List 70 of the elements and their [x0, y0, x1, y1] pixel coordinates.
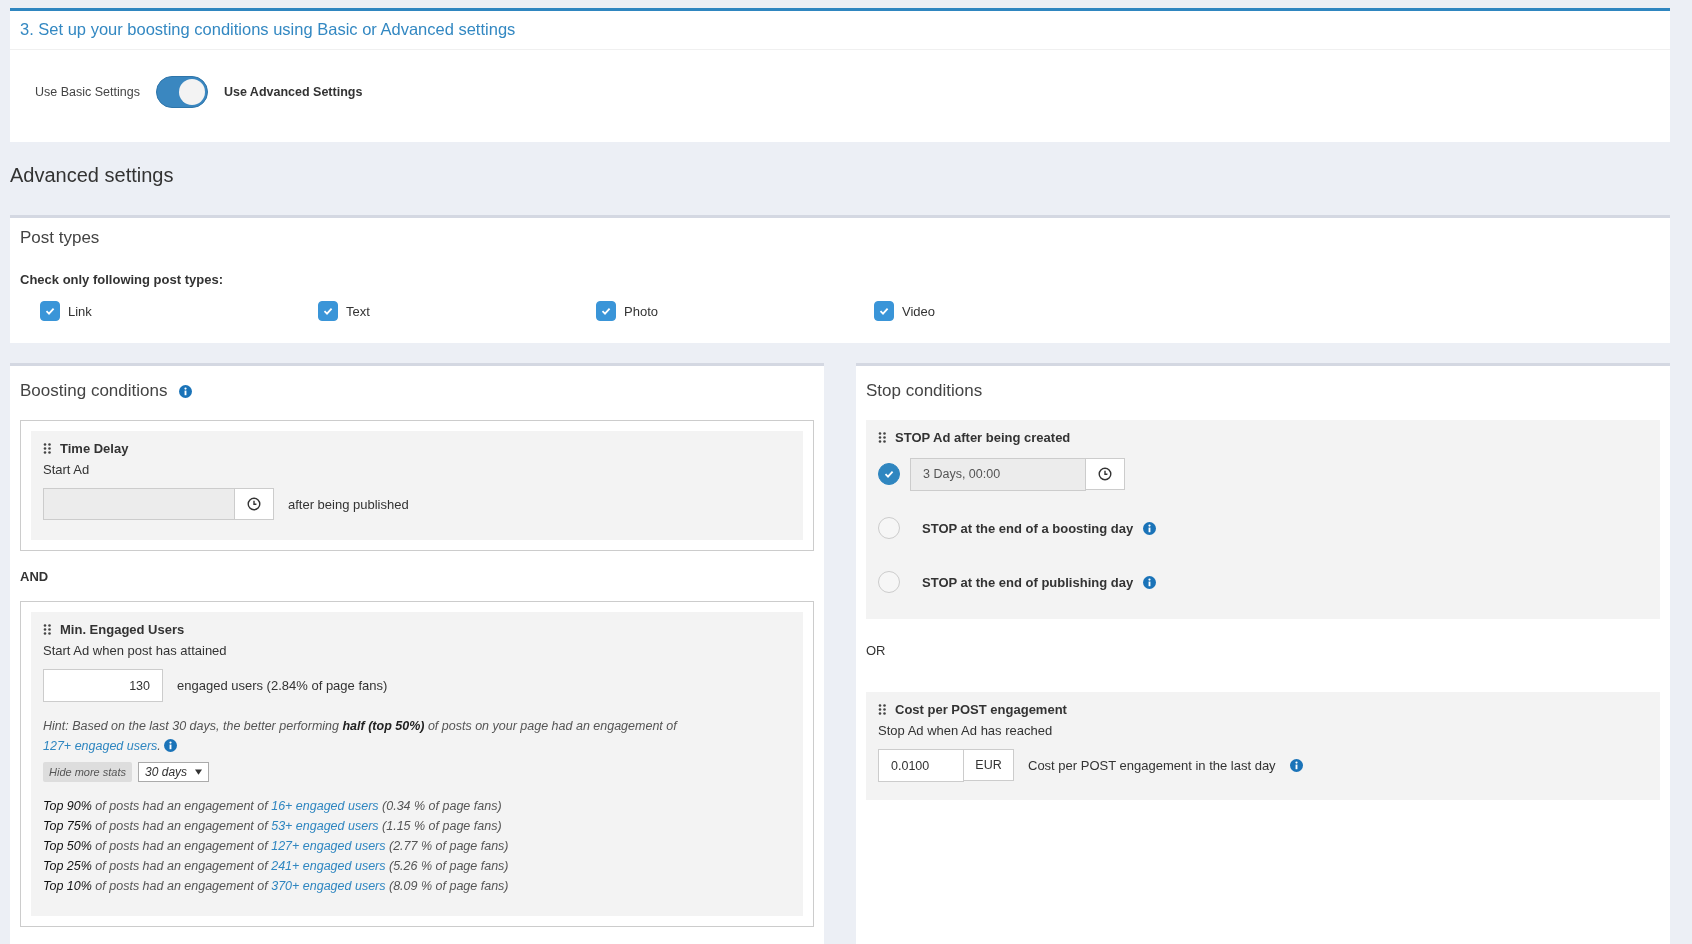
block-subtitle: Start Ad	[43, 462, 91, 477]
page-heading: Advanced settings	[10, 164, 175, 187]
block-subtitle: Start Ad when post has attained	[43, 643, 228, 658]
checkbox[interactable]	[318, 301, 338, 321]
card-title: Boosting conditions	[20, 381, 168, 401]
radio-button[interactable]	[878, 517, 900, 539]
engaged-users-link[interactable]: 16+ engaged users	[271, 799, 379, 813]
and-label: AND	[20, 569, 50, 584]
engaged-users-link[interactable]: 127+ engaged users	[271, 839, 386, 853]
engaged-users-link[interactable]: 241+ engaged users	[271, 859, 386, 873]
engaged-users-input-field[interactable]: 130	[43, 669, 163, 702]
block-title: Min. Engaged Users	[60, 622, 185, 637]
grip-icon[interactable]	[43, 624, 52, 635]
stat-line: Top 90% of posts had an engagement of 16+ engaged users (0.34 % of page fans)	[43, 798, 503, 815]
stat-line: Top 10% of posts had an engagement of 370+ engaged users (8.09 % of page fans)	[43, 878, 510, 895]
checkbox-label: Text	[346, 303, 370, 319]
checkbox-label: Link	[68, 303, 92, 319]
grip-icon[interactable]	[878, 704, 887, 715]
engaged-users-link[interactable]: 53+ engaged users	[271, 819, 379, 833]
engaged-users-link[interactable]: 370+ engaged users	[271, 879, 386, 893]
info-icon[interactable]	[1143, 521, 1157, 535]
check-icon	[44, 305, 56, 317]
stat-line: Top 50% of posts had an engagement of 127+ engaged users (2.77 % of page fans)	[43, 838, 510, 855]
info-icon[interactable]	[1143, 575, 1157, 589]
grip-icon[interactable]	[43, 443, 52, 454]
clock-icon	[247, 497, 261, 511]
cost-input-field[interactable]: 0.0100	[878, 749, 964, 782]
period-dropdown[interactable]: 30 days	[138, 762, 210, 782]
block-title: Cost per POST engagement	[895, 702, 1067, 717]
hint-text: Hint: Based on the last 30 days, the better performing half (top 50%) of posts on your page had an engagement of 127+ engaged users.	[43, 718, 679, 755]
mode-switch[interactable]	[155, 76, 208, 108]
card-title: Stop conditions	[866, 381, 983, 401]
check-icon	[883, 468, 895, 480]
info-icon[interactable]	[1289, 759, 1303, 772]
stat-line: Top 25% of posts had an engagement of 241+ engaged users (5.26 % of page fans)	[43, 858, 510, 875]
checkbox-label: Photo	[624, 303, 658, 319]
block-title: Time Delay	[60, 441, 129, 456]
field-suffix: Cost per POST engagement in the last day	[1028, 758, 1276, 773]
checkbox[interactable]	[874, 301, 894, 321]
section-title: 3. Set up your boosting conditions using Basic or Advanced settings	[10, 11, 1670, 50]
field-suffix: after being published	[288, 496, 409, 512]
block-title: STOP Ad after being created	[895, 430, 1071, 445]
checkbox[interactable]	[596, 301, 616, 321]
hide-stats-button[interactable]: Hide more stats	[43, 762, 133, 782]
radio-button[interactable]	[878, 571, 900, 593]
checkbox[interactable]	[40, 301, 60, 321]
radio-button[interactable]	[878, 463, 900, 485]
clock-icon	[1098, 466, 1112, 481]
radio-label: STOP at the end of publishing day	[922, 574, 1134, 590]
duration-input-field[interactable]: 3 Days, 00:00	[910, 457, 1086, 491]
check-icon	[600, 305, 612, 317]
field-suffix: engaged users (2.84% of page fans)	[177, 678, 388, 693]
toggle-label: Use Advanced Settings	[223, 85, 363, 99]
card-title: Post types	[20, 228, 101, 248]
currency-label: EUR	[964, 749, 1014, 781]
radio-label: STOP at the end of a boosting day	[922, 520, 1134, 536]
clock-button[interactable]	[1086, 457, 1125, 490]
info-icon[interactable]	[164, 739, 178, 752]
check-icon	[878, 305, 890, 317]
toggle-label: Use Basic Settings	[35, 85, 140, 99]
grip-icon[interactable]	[878, 432, 887, 443]
check-icon	[322, 305, 334, 317]
instruction-text: Check only following post types:	[20, 272, 224, 287]
or-label: OR	[866, 643, 887, 658]
clock-button[interactable]	[235, 488, 274, 520]
block-subtitle: Stop Ad when Ad has reached	[878, 723, 1054, 738]
stat-line: Top 75% of posts had an engagement of 53+ engaged users (1.15 % of page fans)	[43, 818, 503, 835]
caret-icon	[195, 769, 203, 775]
checkbox-label: Video	[902, 303, 935, 319]
info-icon[interactable]	[179, 384, 193, 398]
